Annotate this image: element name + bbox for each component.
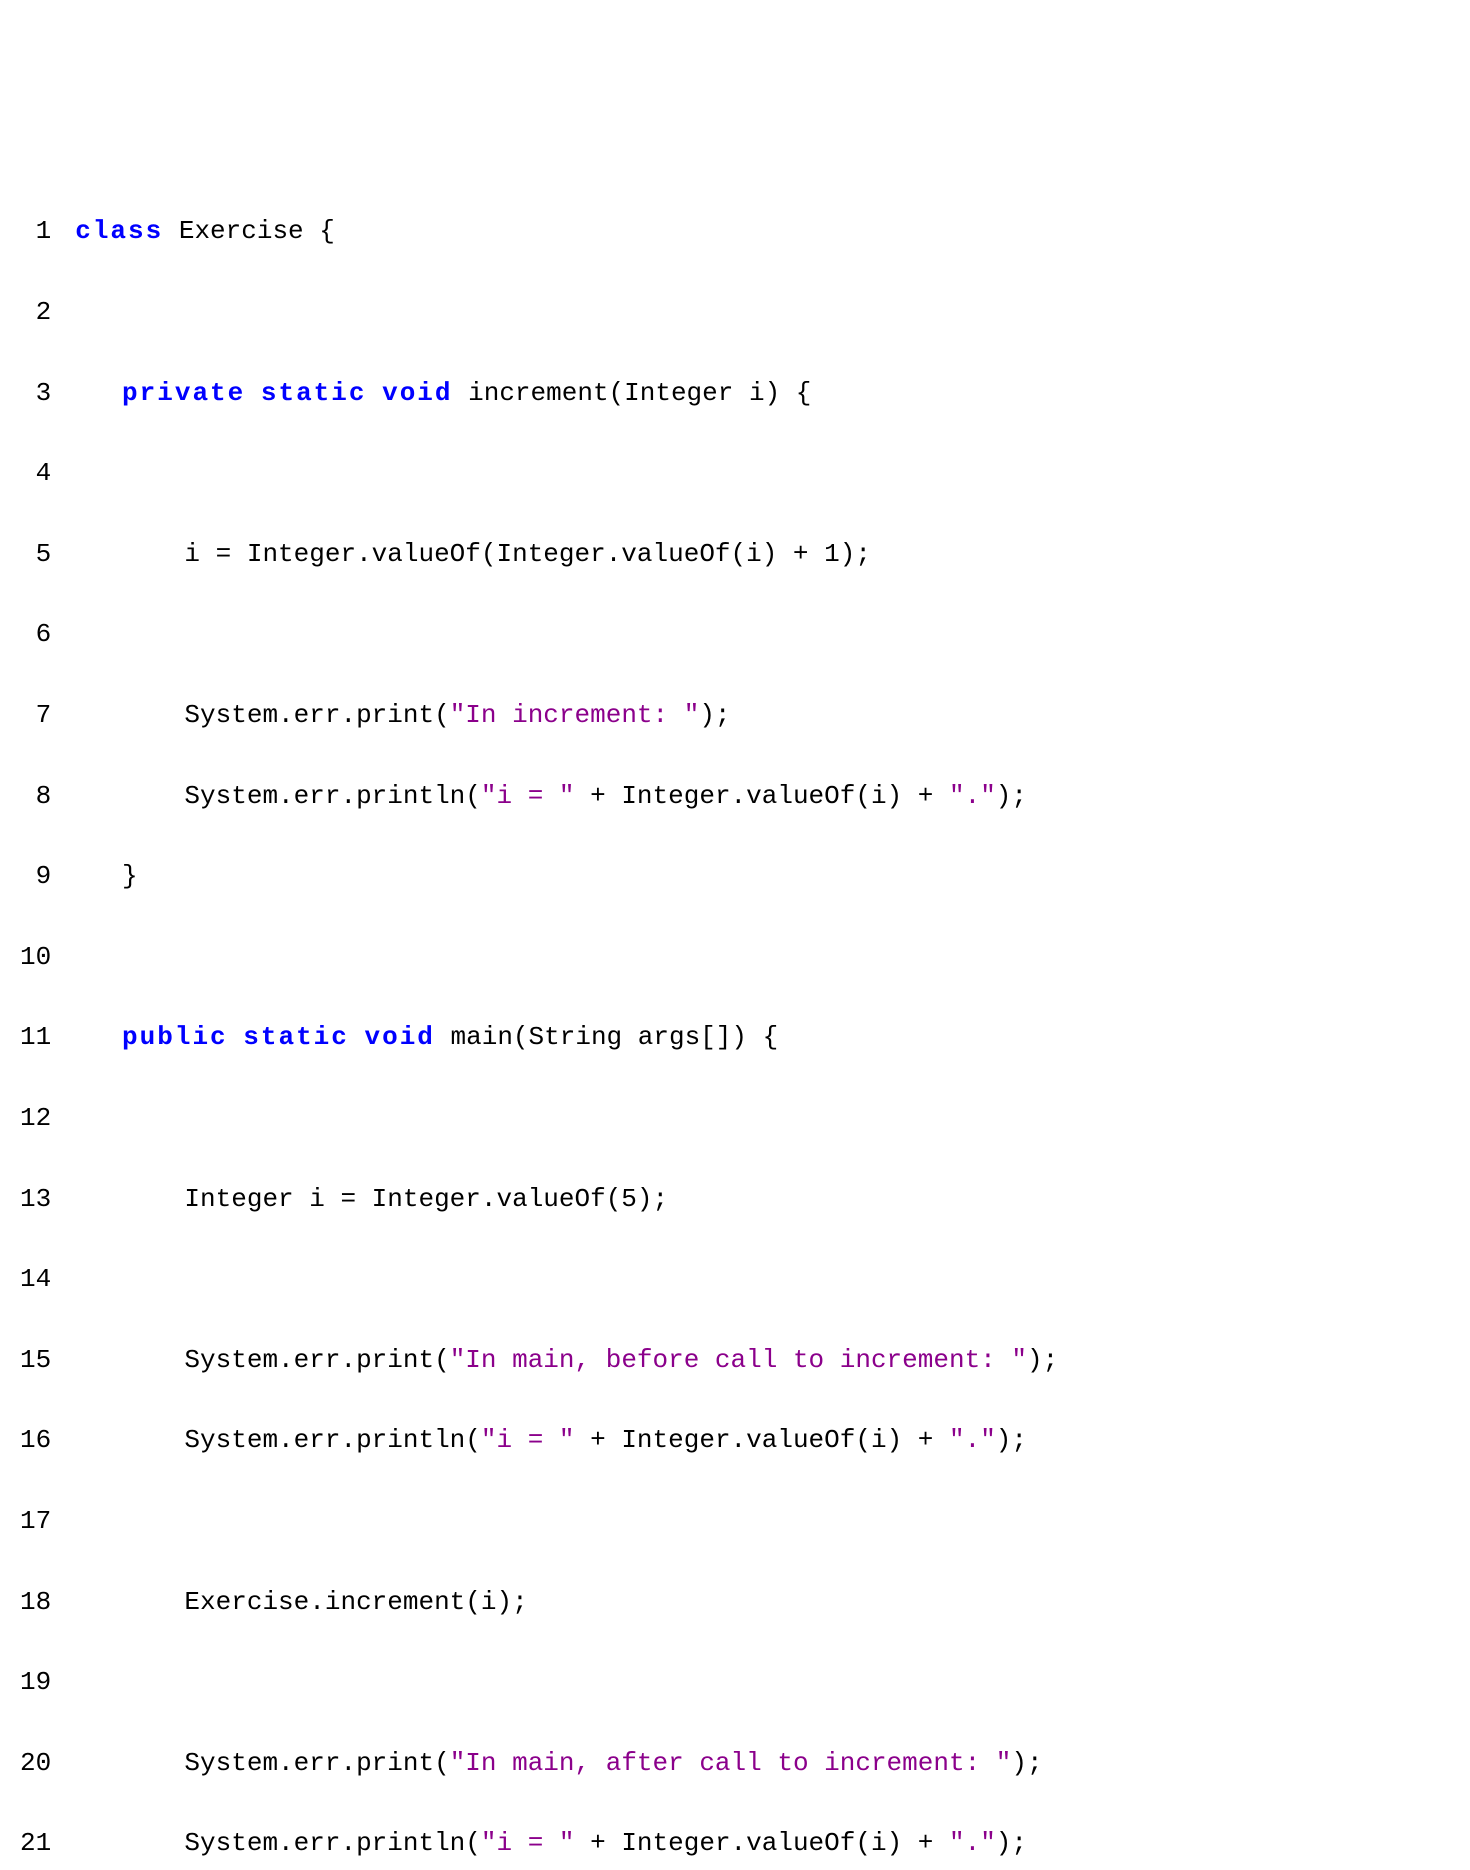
line-number: 18: [20, 1582, 51, 1622]
code-text: + Integer.valueOf(i) +: [575, 781, 949, 811]
code-text: System.err.print(: [75, 1345, 449, 1375]
keyword: static: [261, 378, 367, 408]
code-line: public static void main(String args[]) {: [75, 1017, 1450, 1057]
line-number: 16: [20, 1420, 51, 1460]
code-text: i = Integer.valueOf(Integer.valueOf(i) +…: [75, 539, 871, 569]
code-line: [75, 614, 1450, 654]
code-line: System.err.print("In increment: ");: [75, 695, 1450, 735]
line-number: 21: [20, 1823, 51, 1863]
code-content: class Exercise { private static void inc…: [75, 171, 1450, 1870]
code-line: [75, 937, 1450, 977]
code-line: [75, 292, 1450, 332]
code-block: 1 2 3 4 5 6 7 8 9 10 11 12 13 14 15 16 1…: [20, 171, 1450, 1870]
keyword: class: [75, 216, 163, 246]
keyword: void: [382, 378, 452, 408]
code-text: );: [996, 781, 1027, 811]
code-text: Exercise {: [163, 216, 335, 246]
line-number: 10: [20, 937, 51, 977]
string-literal: "i = ": [481, 1425, 575, 1455]
string-literal: "In main, after call to increment: ": [450, 1748, 1012, 1778]
line-number: 8: [20, 776, 51, 816]
code-text: System.err.println(: [75, 1828, 481, 1858]
code-text: );: [699, 700, 730, 730]
code-text: System.err.print(: [75, 700, 449, 730]
code-line: private static void increment(Integer i)…: [75, 373, 1450, 413]
code-text: System.err.println(: [75, 1425, 481, 1455]
line-number: 1: [20, 211, 51, 251]
code-text: [75, 1022, 122, 1052]
keyword: public: [122, 1022, 228, 1052]
line-number: 11: [20, 1017, 51, 1057]
code-text: [75, 378, 122, 408]
code-line: [75, 1259, 1450, 1299]
code-text: System.err.println(: [75, 781, 481, 811]
code-line: System.err.print("In main, after call to…: [75, 1743, 1450, 1783]
line-number: 7: [20, 695, 51, 735]
keyword: static: [243, 1022, 349, 1052]
code-line: System.err.println("i = " + Integer.valu…: [75, 776, 1450, 816]
code-text: + Integer.valueOf(i) +: [575, 1425, 949, 1455]
line-number: 9: [20, 856, 51, 896]
keyword: private: [122, 378, 245, 408]
code-text: }: [75, 861, 137, 891]
line-number: 12: [20, 1098, 51, 1138]
line-number: 20: [20, 1743, 51, 1783]
line-number: 3: [20, 373, 51, 413]
code-line: System.err.print("In main, before call t…: [75, 1340, 1450, 1380]
code-line: [75, 1098, 1450, 1138]
code-text: );: [996, 1828, 1027, 1858]
code-line: System.err.println("i = " + Integer.valu…: [75, 1823, 1450, 1863]
code-text: [245, 378, 261, 408]
code-line: [75, 1501, 1450, 1541]
code-text: increment(Integer i) {: [453, 378, 812, 408]
code-line: Exercise.increment(i);: [75, 1582, 1450, 1622]
keyword: void: [365, 1022, 435, 1052]
code-line: [75, 453, 1450, 493]
code-text: [366, 378, 382, 408]
string-literal: "i = ": [481, 1828, 575, 1858]
code-line: Integer i = Integer.valueOf(5);: [75, 1179, 1450, 1219]
code-text: );: [1011, 1748, 1042, 1778]
code-line: [75, 1662, 1450, 1702]
line-number: 5: [20, 534, 51, 574]
line-number: 2: [20, 292, 51, 332]
code-text: + Integer.valueOf(i) +: [575, 1828, 949, 1858]
line-number: 4: [20, 453, 51, 493]
code-line: class Exercise {: [75, 211, 1450, 251]
code-text: );: [1027, 1345, 1058, 1375]
line-number: 17: [20, 1501, 51, 1541]
code-text: System.err.print(: [75, 1748, 449, 1778]
code-text: Integer i = Integer.valueOf(5);: [75, 1184, 668, 1214]
string-literal: ".": [949, 1425, 996, 1455]
code-line: }: [75, 856, 1450, 896]
string-literal: "In main, before call to increment: ": [450, 1345, 1027, 1375]
code-text: [349, 1022, 365, 1052]
code-text: [228, 1022, 244, 1052]
string-literal: ".": [949, 781, 996, 811]
string-literal: "i = ": [481, 781, 575, 811]
line-number: 19: [20, 1662, 51, 1702]
line-number-gutter: 1 2 3 4 5 6 7 8 9 10 11 12 13 14 15 16 1…: [20, 171, 75, 1870]
line-number: 13: [20, 1179, 51, 1219]
code-line: i = Integer.valueOf(Integer.valueOf(i) +…: [75, 534, 1450, 574]
line-number: 6: [20, 614, 51, 654]
string-literal: ".": [949, 1828, 996, 1858]
code-text: );: [996, 1425, 1027, 1455]
line-number: 15: [20, 1340, 51, 1380]
code-text: main(String args[]) {: [435, 1022, 778, 1052]
line-number: 14: [20, 1259, 51, 1299]
code-text: Exercise.increment(i);: [75, 1587, 527, 1617]
string-literal: "In increment: ": [450, 700, 700, 730]
code-line: System.err.println("i = " + Integer.valu…: [75, 1420, 1450, 1460]
